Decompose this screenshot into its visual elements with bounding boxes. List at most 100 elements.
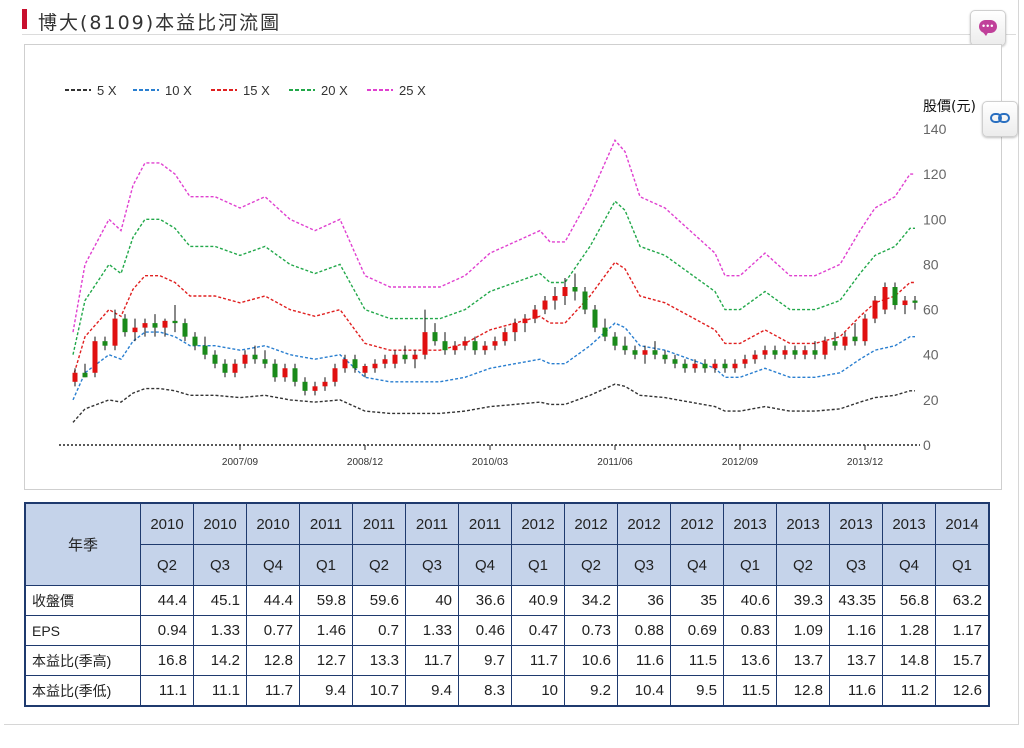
quarter-header-14: Q4 [882,544,936,586]
row-label: 收盤價 [24,585,141,616]
candle-body-61 [682,363,688,369]
candle-body-78 [852,336,858,342]
year-header-11: 2013 [723,502,777,545]
y-axis-title: 股價(元) [923,98,976,115]
pe-river-chart: 2007/09 2008/12 2010/03 2011/06 2012/09 2013/… [24,44,1018,490]
table-cell: 9.4 [405,675,459,707]
table-cell: 10 [511,675,565,707]
table-header-quarters: Q2 Q3 Q4 Q1 Q2 Q3 Q4 Q1 Q2 Q3 Q4 Q1 Q2 Q3 Q4 Q1 [25,544,990,586]
legend-label-3: 20 X [321,83,348,98]
share-link-button[interactable] [982,101,1018,137]
table-cell: 36 [617,585,671,616]
quarter-header-2: Q4 [246,544,300,586]
table-cell: 1.28 [882,615,936,646]
table-cell: 0.46 [458,615,512,646]
candle-body-27 [342,359,348,369]
series-line-0 [72,383,915,423]
legend-label-0: 5 X [97,83,117,98]
series-line-1 [72,322,915,401]
table-cell: 11.5 [723,675,777,707]
candle-body-21 [282,368,288,378]
table-cell: 40.6 [723,585,777,616]
table-header-label: 年季 [24,502,141,586]
candle-body-3 [102,341,108,346]
candle-body-74 [812,350,818,355]
candle-body-52 [592,309,598,328]
table-header-years: 年季 2010 2010 2010 2011 2011 2011 2011 2012 2012 2… [24,502,990,586]
table-cell: 11.7 [511,645,565,676]
y-tick-label-5: 100 [923,211,947,227]
table-cell: 0.69 [670,615,724,646]
candle-body-68 [752,354,758,360]
table-cell: 11.6 [617,645,671,676]
quarter-header-1: Q3 [193,544,247,586]
candle-body-45 [522,318,528,324]
table-cell: 9.4 [299,675,353,707]
candle-body-76 [832,341,838,346]
candle-body-57 [642,350,648,355]
candle-body-48 [552,296,558,301]
candle-body-69 [762,350,768,355]
candle-body-10 [172,320,178,324]
candle-body-19 [262,359,268,364]
row-label: EPS [24,615,141,646]
chat-button[interactable]: ••• [970,10,1006,46]
quarter-header-13: Q3 [829,544,883,586]
candle-body-43 [502,332,508,342]
candle-body-33 [402,354,408,360]
table-cell: 1.33 [405,615,459,646]
table-cell: 13.3 [352,645,406,676]
candle-body-39 [462,341,468,346]
year-header-5: 2011 [405,502,459,545]
quarter-header-10: Q4 [670,544,724,586]
x-tick-label-0: 2007/09 [222,457,259,468]
table-cell: 11.7 [405,645,459,676]
candle-body-1 [82,372,88,378]
table-cell: 16.8 [140,645,194,676]
table-cell: 63.2 [935,585,990,616]
candle-body-49 [562,287,568,297]
table-cell: 0.94 [140,615,194,646]
title-bar: 博大(8109)本益比河流圖 [22,4,1016,35]
table-row: 收盤價 44.4 45.1 44.4 59.8 59.6 40 36.6 40.9 34.2 36 3… [24,585,990,616]
candle-body-13 [202,345,208,355]
series-line-3 [72,200,915,355]
row-label: 本益比(季高) [24,645,141,676]
y-tick-label-7: 140 [923,121,947,137]
candle-body-26 [332,368,338,382]
table-cell: 36.6 [458,585,512,616]
y-tick-label-2: 40 [923,347,939,363]
candle-body-0 [72,372,78,382]
quarter-header-8: Q2 [564,544,618,586]
pe-data-table: 年季 2010 2010 2010 2011 2011 2011 2011 2012 2012 2… [24,502,990,707]
table-cell: 9.7 [458,645,512,676]
year-header-8: 2012 [564,502,618,545]
table-cell: 1.17 [935,615,990,646]
year-header-13: 2013 [829,502,883,545]
quarter-header-4: Q2 [352,544,406,586]
candle-body-2 [92,341,98,373]
link-icon [990,113,1010,123]
table-cell: 11.5 [670,645,724,676]
candle-body-30 [372,363,378,369]
quarter-header-7: Q1 [511,544,565,586]
candle-body-62 [692,363,698,369]
table-cell: 40 [405,585,459,616]
chart-svg: 2007/09 2008/12 2010/03 2011/06 2012/09 2013/… [59,83,976,468]
year-header-2: 2010 [246,502,300,545]
candle-body-73 [802,350,808,355]
table-row: 本益比(季高) 16.8 14.2 12.8 12.7 13.3 11.7 9.7 11.7 10… [24,645,990,676]
legend-label-1: 10 X [165,83,192,98]
candle-body-20 [272,363,278,378]
candle-body-41 [482,345,488,351]
quarter-header-6: Q4 [458,544,512,586]
candle-body-37 [442,341,448,351]
candle-body-35 [422,332,428,355]
candle-body-80 [872,300,878,319]
candle-body-23 [302,381,308,391]
candle-body-24 [312,386,318,391]
table-cell: 1.46 [299,615,353,646]
table-cell: 8.3 [458,675,512,707]
candle-body-59 [662,354,668,360]
table-cell: 0.7 [352,615,406,646]
